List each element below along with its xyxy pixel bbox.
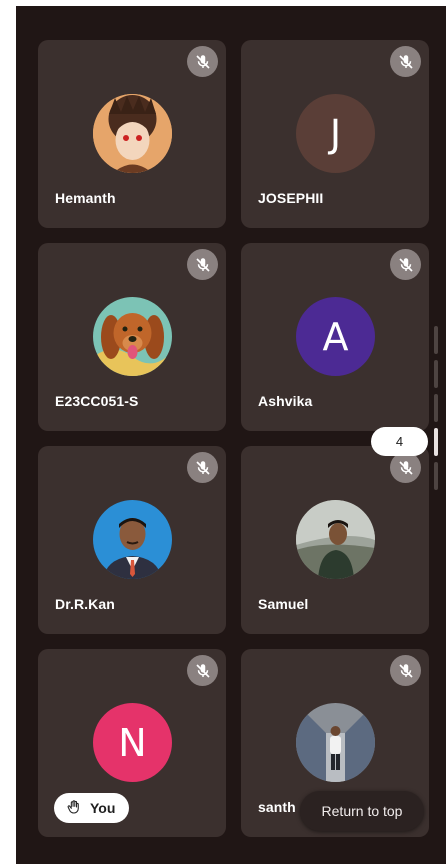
avatar-initial-letter: J xyxy=(329,111,342,156)
return-to-top-button[interactable]: Return to top xyxy=(300,791,424,831)
scrollbar-thumb[interactable] xyxy=(434,428,438,456)
mic-off-icon xyxy=(390,452,421,483)
participant-name: Dr.R.Kan xyxy=(55,596,115,612)
scrollbar-segment[interactable] xyxy=(434,360,438,388)
raised-hand-icon xyxy=(66,799,82,818)
mic-off-icon xyxy=(390,655,421,686)
page-indicator: 4 xyxy=(371,427,428,456)
you-chip: You xyxy=(54,793,130,823)
participant-tile-you[interactable]: N You xyxy=(38,649,226,837)
participant-tile-samuel[interactable]: Samuel xyxy=(241,446,429,634)
participant-name: JOSEPHII xyxy=(258,190,324,206)
meeting-screen: Hemanth J JOSEPHII E23CC051-S A Ashvika … xyxy=(16,6,446,864)
avatar-initial: A xyxy=(296,297,375,376)
avatar-photo xyxy=(93,297,172,376)
participant-tile-dr-r-kan[interactable]: Dr.R.Kan xyxy=(38,446,226,634)
mic-off-icon xyxy=(390,46,421,77)
participant-name: Samuel xyxy=(258,596,309,612)
avatar-initial-letter: A xyxy=(322,314,349,359)
mic-off-icon xyxy=(187,46,218,77)
mic-off-icon xyxy=(187,452,218,483)
participant-name: E23CC051-S xyxy=(55,393,139,409)
avatar-initial-letter: N xyxy=(118,720,147,765)
avatar-photo xyxy=(93,500,172,579)
mic-off-icon xyxy=(187,249,218,280)
participant-tile-ashvika[interactable]: A Ashvika xyxy=(241,243,429,431)
scrollbar-segment[interactable] xyxy=(434,462,438,490)
avatar-initial: N xyxy=(93,703,172,782)
you-label: You xyxy=(90,800,116,816)
participant-tile-e23cc051-s[interactable]: E23CC051-S xyxy=(38,243,226,431)
participant-name: santh xyxy=(258,799,296,815)
avatar-initial: J xyxy=(296,94,375,173)
mic-off-icon xyxy=(390,249,421,280)
scrollbar-segment[interactable] xyxy=(434,394,438,422)
avatar-photo xyxy=(296,703,375,782)
scrollbar-segment[interactable] xyxy=(434,326,438,354)
avatar-photo xyxy=(93,94,172,173)
mic-off-icon xyxy=(187,655,218,686)
participant-name: Ashvika xyxy=(258,393,313,409)
participant-tile-josephii[interactable]: J JOSEPHII xyxy=(241,40,429,228)
participant-tile-hemanth[interactable]: Hemanth xyxy=(38,40,226,228)
participant-name: Hemanth xyxy=(55,190,116,206)
avatar-photo xyxy=(296,500,375,579)
